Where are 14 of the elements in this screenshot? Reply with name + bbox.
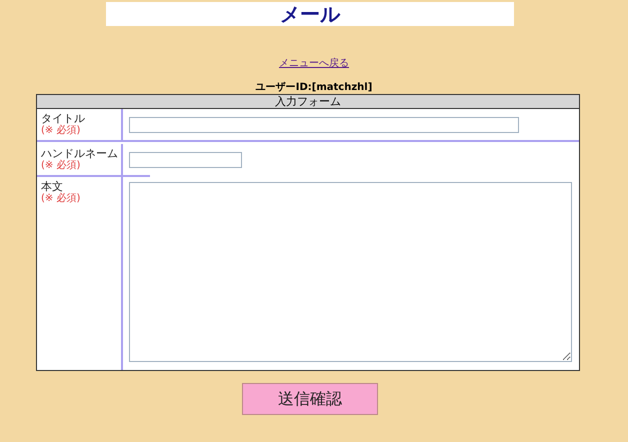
- required-note: (※ 必須): [41, 193, 82, 204]
- field-label: ハンドルネーム: [41, 148, 119, 160]
- field-label: タイトル: [41, 113, 86, 125]
- field-label: 本文: [41, 181, 63, 193]
- input-field[interactable]: [129, 116, 519, 132]
- required-note: (※ 必須): [41, 160, 82, 171]
- back-link[interactable]: メニューへ戻る: [279, 56, 349, 70]
- form-heading: 入力フォーム: [37, 95, 579, 109]
- user-id: ユーザーID:[matchzhl]: [256, 82, 372, 94]
- input-field[interactable]: [129, 152, 242, 168]
- body-field[interactable]: [129, 182, 572, 362]
- submit-button[interactable]: 送信確認: [242, 383, 378, 415]
- page-title: メール: [106, 2, 514, 26]
- required-note: (※ 必須): [41, 125, 82, 136]
